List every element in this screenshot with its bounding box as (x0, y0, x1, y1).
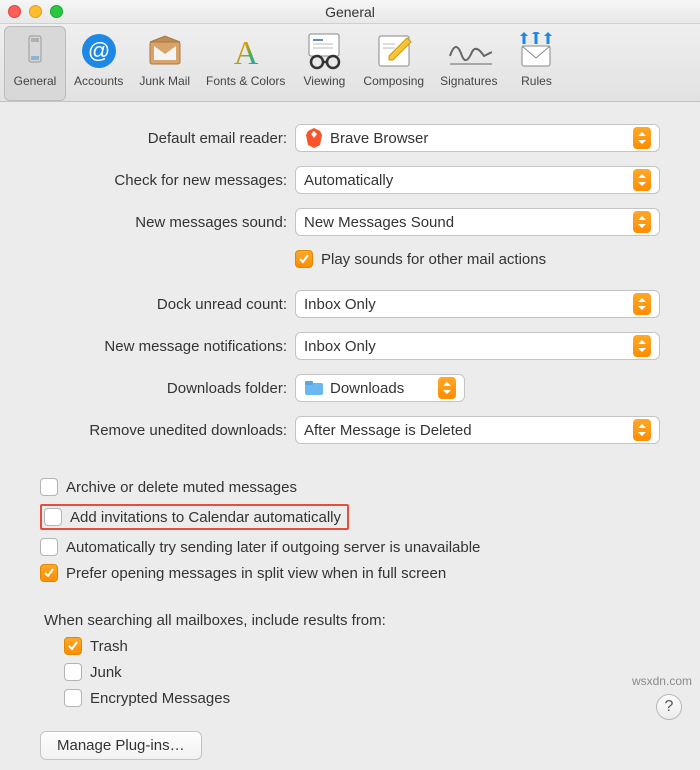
archive-muted-checkbox[interactable] (40, 478, 58, 496)
popup-value: Inbox Only (304, 338, 627, 355)
popup-value: After Message is Deleted (304, 422, 627, 439)
notifications-label: New message notifications: (40, 338, 295, 355)
popup-arrows-icon (633, 419, 651, 441)
tab-label: Fonts & Colors (206, 74, 285, 88)
search-encrypted-checkbox[interactable] (64, 689, 82, 707)
downloads-label: Downloads folder: (40, 380, 295, 397)
tab-label: Composing (363, 74, 424, 88)
remove-downloads-label: Remove unedited downloads: (40, 422, 295, 439)
window-title: General (325, 4, 375, 20)
settings-content: Default email reader: Brave Browser Chec… (0, 102, 700, 770)
accounts-icon: @ (76, 30, 122, 72)
play-sounds-checkbox[interactable] (295, 250, 313, 268)
zoom-window-button[interactable] (50, 5, 63, 18)
popup-value: Downloads (330, 380, 432, 397)
manage-plugins-button[interactable]: Manage Plug-ins… (40, 731, 202, 760)
search-encrypted-label: Encrypted Messages (90, 690, 230, 707)
tab-label: General (14, 74, 57, 88)
signatures-icon (446, 30, 492, 72)
dock-unread-label: Dock unread count: (40, 296, 295, 313)
folder-icon (304, 378, 324, 398)
popup-arrows-icon (633, 293, 651, 315)
play-sounds-label: Play sounds for other mail actions (321, 251, 546, 268)
svg-text:A: A (233, 35, 258, 70)
composing-icon (371, 30, 417, 72)
tab-label: Viewing (304, 74, 346, 88)
split-view-label: Prefer opening messages in split view wh… (66, 565, 446, 582)
general-icon (12, 30, 58, 72)
fonts-colors-icon: A (223, 30, 269, 72)
tab-rules[interactable]: Rules (505, 26, 567, 101)
try-later-label: Automatically try sending later if outgo… (66, 539, 480, 556)
notifications-popup[interactable]: Inbox Only (295, 332, 660, 360)
minimize-window-button[interactable] (29, 5, 42, 18)
tab-label: Junk Mail (139, 74, 190, 88)
tab-junk-mail[interactable]: Junk Mail (131, 26, 198, 101)
popup-arrows-icon (633, 127, 651, 149)
help-icon: ? (665, 698, 674, 716)
try-later-checkbox[interactable] (40, 538, 58, 556)
popup-value: Inbox Only (304, 296, 627, 313)
brave-icon (304, 128, 324, 148)
window-controls (8, 5, 63, 18)
svg-text:@: @ (88, 38, 110, 63)
search-trash-checkbox[interactable] (64, 637, 82, 655)
add-invites-checkbox[interactable] (44, 508, 62, 526)
search-trash-label: Trash (90, 638, 128, 655)
archive-muted-label: Archive or delete muted messages (66, 479, 297, 496)
popup-value: Automatically (304, 172, 627, 189)
popup-arrows-icon (438, 377, 456, 399)
remove-downloads-popup[interactable]: After Message is Deleted (295, 416, 660, 444)
search-junk-label: Junk (90, 664, 122, 681)
popup-arrows-icon (633, 169, 651, 191)
highlighted-option: Add invitations to Calendar automaticall… (40, 504, 349, 530)
check-messages-popup[interactable]: Automatically (295, 166, 660, 194)
search-junk-checkbox[interactable] (64, 663, 82, 681)
tab-accounts[interactable]: @ Accounts (66, 26, 131, 101)
tab-signatures[interactable]: Signatures (432, 26, 505, 101)
check-messages-label: Check for new messages: (40, 172, 295, 189)
tab-fonts-colors[interactable]: A Fonts & Colors (198, 26, 293, 101)
tab-label: Rules (521, 74, 552, 88)
popup-arrows-icon (633, 211, 651, 233)
sound-popup[interactable]: New Messages Sound (295, 208, 660, 236)
watermark: wsxdn.com (632, 674, 692, 688)
default-reader-label: Default email reader: (40, 130, 295, 147)
downloads-popup[interactable]: Downloads (295, 374, 465, 402)
search-heading: When searching all mailboxes, include re… (44, 612, 660, 629)
tab-viewing[interactable]: Viewing (293, 26, 355, 101)
popup-value: New Messages Sound (304, 214, 627, 231)
dock-unread-popup[interactable]: Inbox Only (295, 290, 660, 318)
add-invites-label: Add invitations to Calendar automaticall… (70, 509, 341, 526)
popup-value: Brave Browser (330, 130, 627, 147)
popup-arrows-icon (633, 335, 651, 357)
default-reader-popup[interactable]: Brave Browser (295, 124, 660, 152)
rules-icon (513, 30, 559, 72)
help-button[interactable]: ? (656, 694, 682, 720)
split-view-checkbox[interactable] (40, 564, 58, 582)
preferences-toolbar: General @ Accounts Junk Mail A Fonts & C… (0, 24, 700, 102)
viewing-icon (301, 30, 347, 72)
tab-label: Accounts (74, 74, 123, 88)
tab-composing[interactable]: Composing (355, 26, 432, 101)
window-titlebar: General (0, 0, 700, 24)
tab-label: Signatures (440, 74, 497, 88)
junk-mail-icon (142, 30, 188, 72)
sound-label: New messages sound: (40, 214, 295, 231)
tab-general[interactable]: General (4, 26, 66, 101)
close-window-button[interactable] (8, 5, 21, 18)
